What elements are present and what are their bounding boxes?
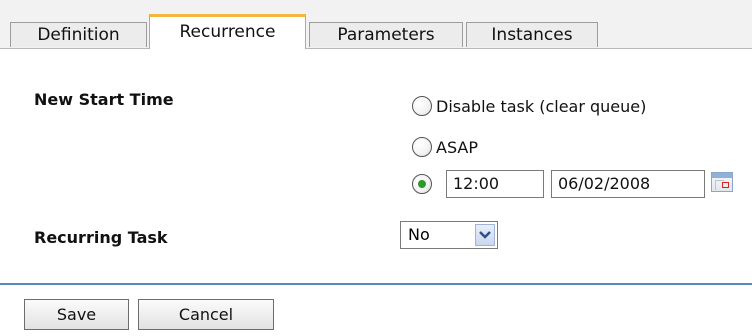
tab-parameters[interactable]: Parameters bbox=[309, 22, 463, 47]
asap-option[interactable]: ASAP bbox=[412, 134, 478, 160]
disable-task-option[interactable]: Disable task (clear queue) bbox=[412, 93, 646, 119]
chevron-down-icon[interactable] bbox=[475, 224, 495, 246]
start-date-input[interactable]: 06/02/2008 bbox=[551, 170, 705, 198]
recurring-task-label: Recurring Task bbox=[34, 228, 168, 247]
asap-label: ASAP bbox=[436, 137, 478, 157]
save-button[interactable]: Save bbox=[24, 299, 129, 330]
calendar-icon[interactable] bbox=[711, 172, 733, 192]
specific-time-radio[interactable] bbox=[412, 174, 432, 194]
form-divider bbox=[0, 283, 752, 285]
specific-time-option[interactable] bbox=[412, 171, 432, 197]
start-time-input[interactable]: 12:00 bbox=[446, 170, 544, 198]
recurring-task-value: No bbox=[408, 225, 430, 244]
disable-task-label: Disable task (clear queue) bbox=[436, 96, 647, 116]
cancel-button[interactable]: Cancel bbox=[138, 299, 274, 330]
tab-strip: Definition Recurrence Parameters Instanc… bbox=[0, 0, 752, 49]
recurrence-page: Definition Recurrence Parameters Instanc… bbox=[0, 0, 752, 336]
recurring-task-select[interactable]: No bbox=[400, 221, 498, 249]
new-start-time-label: New Start Time bbox=[34, 90, 174, 109]
asap-radio[interactable] bbox=[412, 137, 432, 157]
tab-definition[interactable]: Definition bbox=[10, 22, 147, 47]
tab-instances[interactable]: Instances bbox=[466, 22, 598, 47]
tab-recurrence[interactable]: Recurrence bbox=[149, 14, 306, 49]
disable-task-radio[interactable] bbox=[412, 96, 432, 116]
